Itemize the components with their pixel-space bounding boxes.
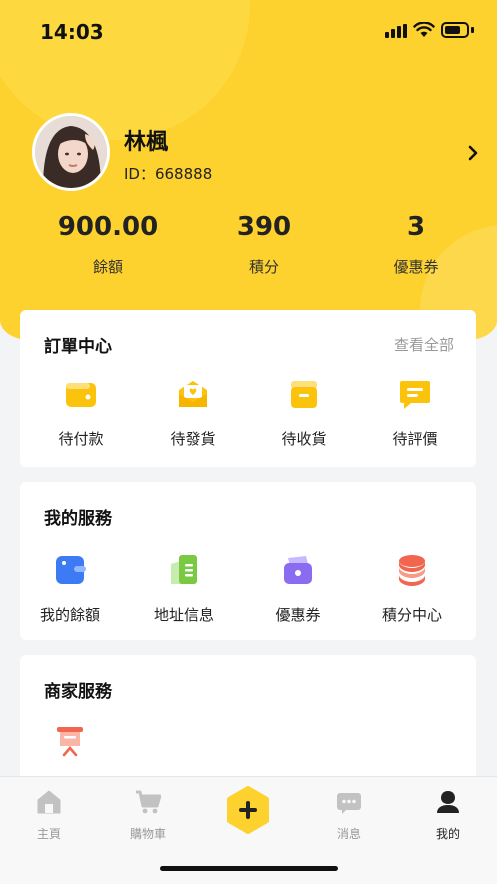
stat-value: 390: [236, 212, 292, 242]
comment-icon: [400, 381, 430, 409]
address-book-icon: [171, 555, 197, 584]
order-pending-receipt[interactable]: 待收貨: [254, 376, 354, 449]
tab-messages[interactable]: 消息: [309, 789, 389, 842]
signal-icon: [385, 24, 407, 38]
tab-label: 購物車: [129, 827, 166, 841]
order-pending-payment[interactable]: 待付款: [31, 376, 131, 449]
order-item-label: 待付款: [58, 430, 104, 448]
stat-balance[interactable]: 900.00 餘額: [33, 212, 183, 277]
merchant-services-card: 商家服務: [20, 655, 476, 795]
service-item-label: 我的餘額: [39, 606, 100, 624]
coupon-wallet-icon: [284, 556, 312, 584]
stat-label: 餘額: [92, 258, 123, 276]
service-my-balance[interactable]: 我的餘額: [20, 552, 120, 625]
order-center-card: 訂單中心 查看全部 待付款 待發貨 待收貨 待評價: [20, 310, 476, 467]
wallet-icon: [66, 383, 96, 407]
plus-icon[interactable]: [224, 786, 272, 834]
coin-stack-icon: [399, 555, 425, 586]
home-icon: [37, 790, 61, 814]
stat-points[interactable]: 390 積分: [189, 212, 339, 277]
my-services-card: 我的服務 我的餘額 地址信息 優惠券 積分中心: [20, 482, 476, 640]
service-item-label: 積分中心: [381, 606, 442, 624]
stat-value: 900.00: [57, 212, 159, 242]
merchant-service-item[interactable]: [20, 723, 120, 763]
card-title: 我的服務: [44, 509, 112, 529]
tab-label: 主頁: [36, 827, 61, 841]
battery-icon: [441, 22, 469, 38]
tab-cart[interactable]: 購物車: [108, 789, 188, 842]
presentation-board-icon: [57, 727, 83, 757]
order-pending-review[interactable]: 待評價: [365, 376, 465, 449]
wifi-icon: [413, 22, 435, 37]
user-icon: [437, 791, 459, 813]
order-item-label: 待收貨: [281, 430, 327, 448]
service-item-label: 地址信息: [153, 606, 214, 624]
tab-mine[interactable]: 我的: [408, 789, 488, 842]
service-points-center[interactable]: 積分中心: [362, 552, 462, 625]
cart-icon: [136, 790, 162, 814]
home-indicator: [160, 866, 338, 871]
avatar[interactable]: [32, 113, 110, 191]
order-item-label: 待評價: [392, 430, 438, 448]
service-item-label: 優惠券: [275, 606, 321, 624]
tab-label: 消息: [336, 827, 361, 841]
order-item-label: 待發貨: [170, 430, 216, 448]
stat-label: 積分: [248, 258, 279, 276]
order-pending-shipment[interactable]: 待發貨: [143, 376, 243, 449]
package-heart-icon: [179, 381, 207, 407]
view-all-orders-link[interactable]: 查看全部: [394, 334, 454, 355]
box-icon: [291, 381, 317, 408]
chevron-right-icon[interactable]: [465, 145, 481, 161]
stat-label: 優惠券: [393, 258, 439, 276]
status-time: 14:03: [40, 20, 104, 44]
tab-home[interactable]: 主頁: [9, 789, 89, 842]
card-title: 訂單中心: [44, 337, 112, 357]
status-bar: 14:03: [0, 0, 497, 60]
card-title: 商家服務: [44, 682, 112, 702]
message-icon: [337, 793, 361, 814]
balance-card-icon: [56, 556, 86, 584]
service-coupons[interactable]: 優惠券: [248, 552, 348, 625]
stat-value: 3: [406, 212, 426, 242]
avatar-photo-icon: [35, 116, 107, 188]
stat-coupons[interactable]: 3 優惠券: [341, 212, 491, 277]
service-address-info[interactable]: 地址信息: [134, 552, 234, 625]
user-name: 林楓: [124, 130, 169, 155]
user-id: ID：668888: [124, 165, 213, 183]
tab-label: 我的: [435, 827, 460, 841]
